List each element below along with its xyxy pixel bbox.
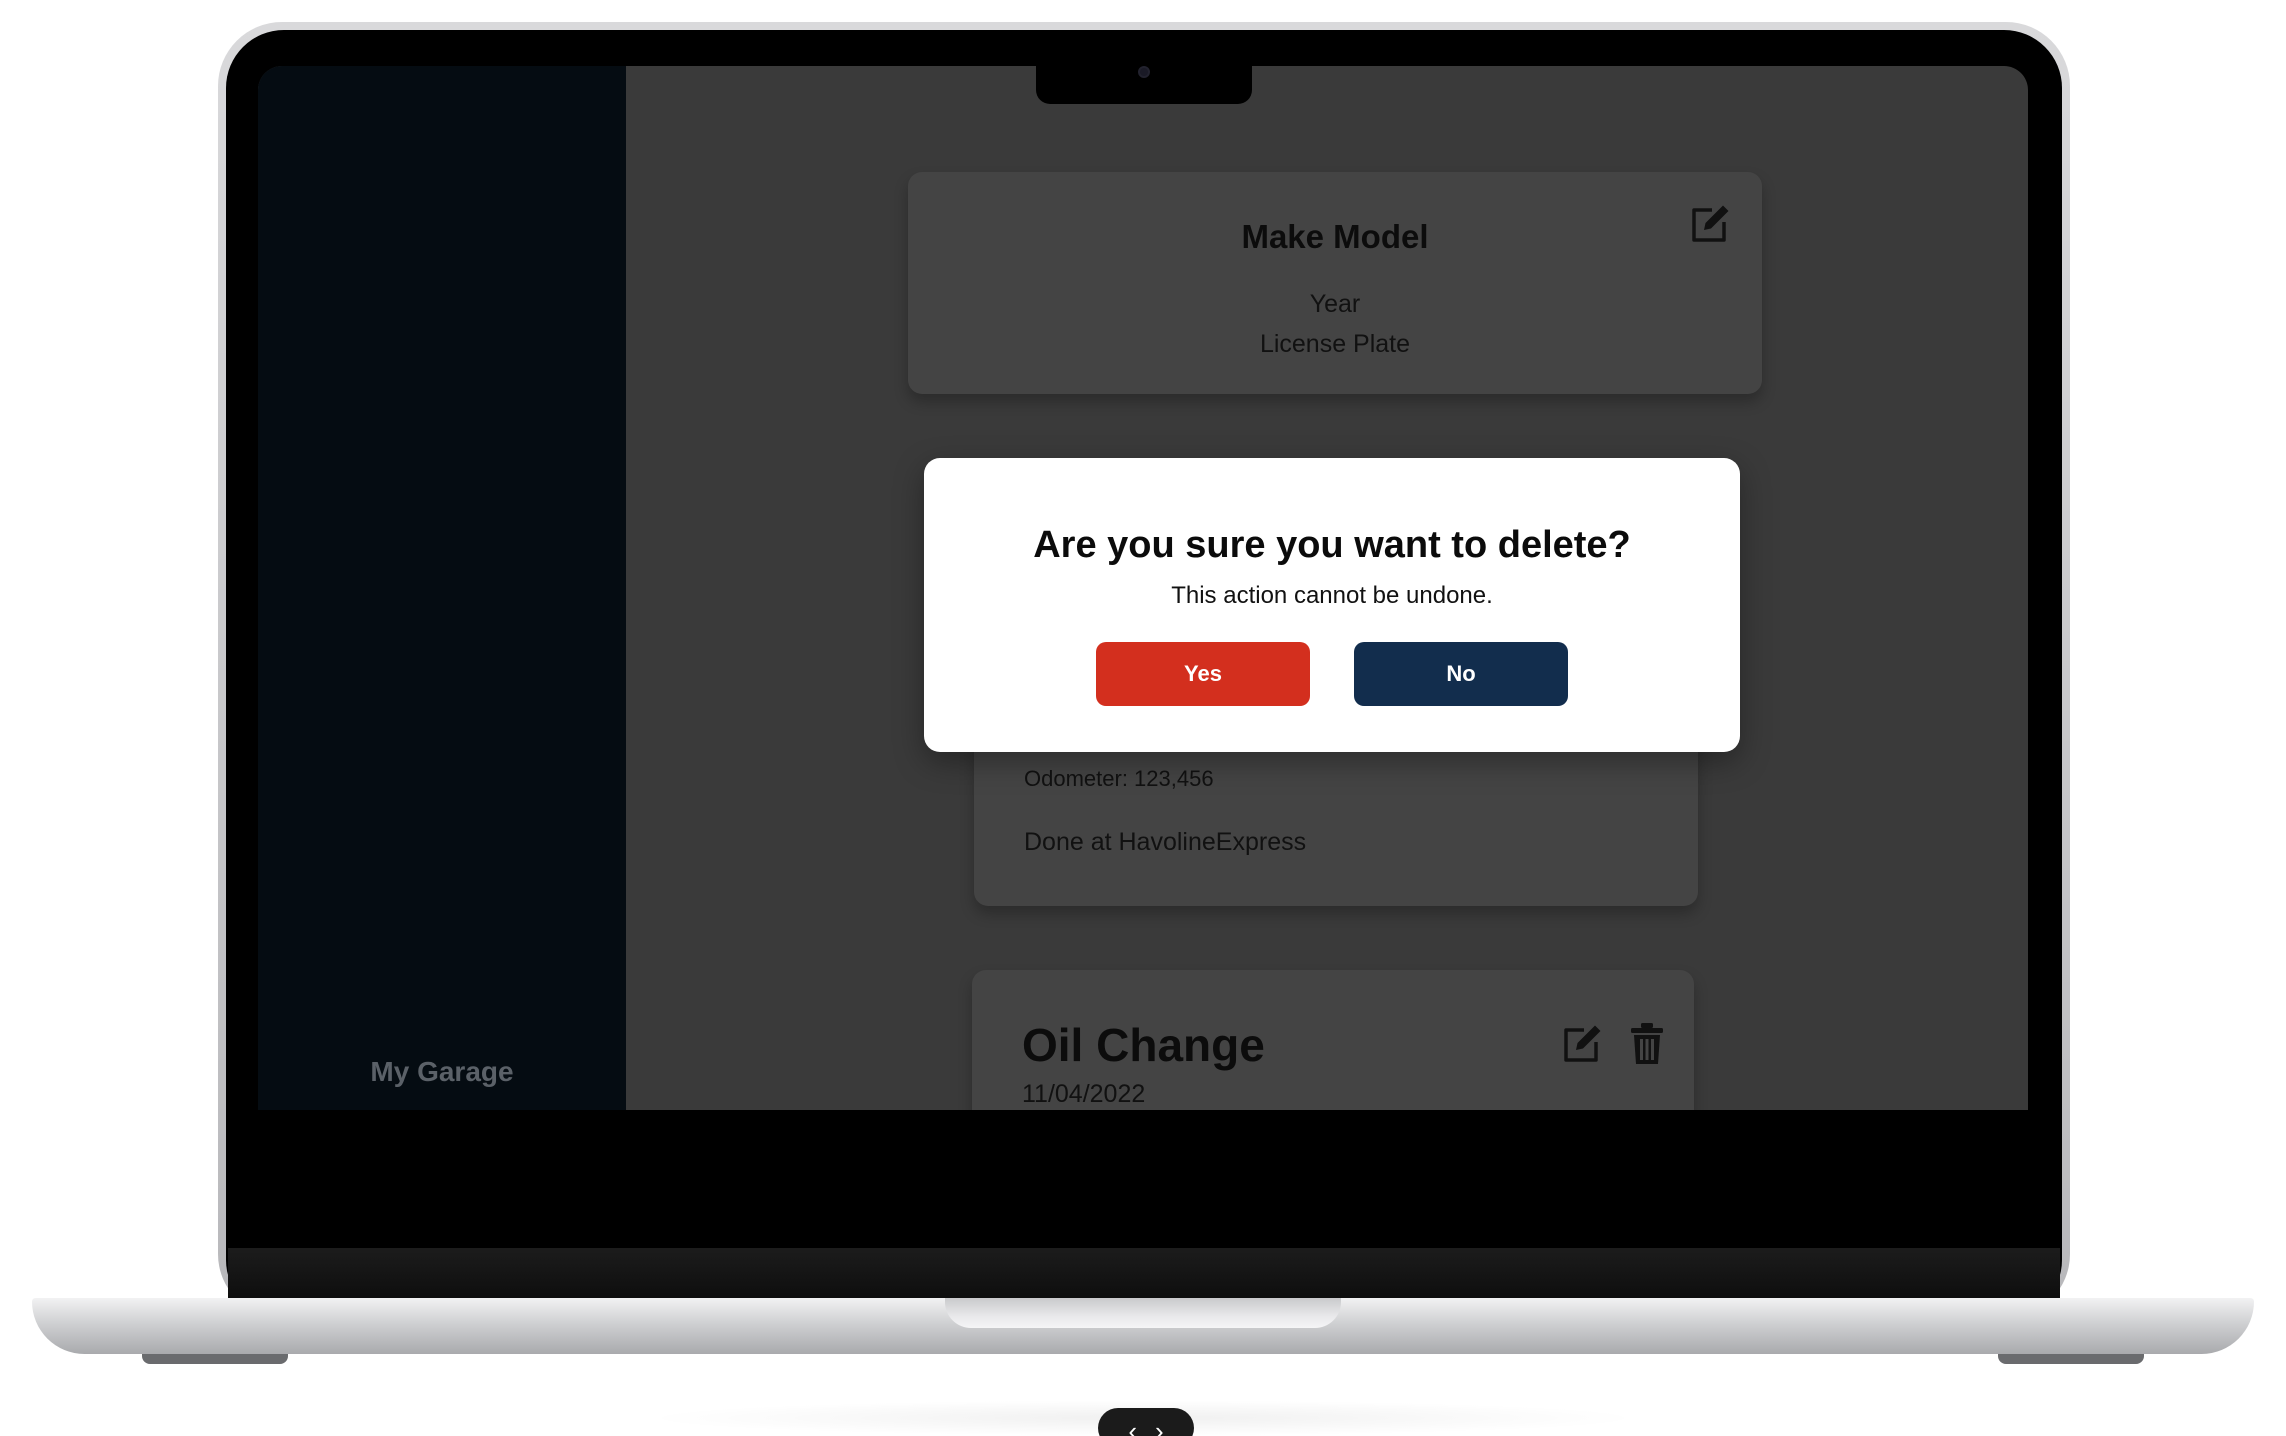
service-title: Oil Change <box>1022 1019 1265 1071</box>
oil-change-card: Oil Change 11/04/2022 <box>972 970 1694 1110</box>
edit-icon[interactable] <box>1688 202 1732 246</box>
sidebar: My Garage <box>258 66 626 1110</box>
service-date: 11/04/2022 <box>1022 1080 1146 1108</box>
sidebar-item-my-garage[interactable]: My Garage <box>258 1056 626 1088</box>
chevron-right-icon[interactable]: › <box>1155 1416 1164 1436</box>
laptop-foot <box>1998 1354 2144 1364</box>
camera-notch <box>1036 60 1252 104</box>
delete-confirm-dialog: Are you sure you want to delete? This ac… <box>924 458 1740 752</box>
service-location: Done at HavolineExpress <box>1024 828 1307 856</box>
laptop-chin <box>228 1248 2060 1302</box>
camera-icon <box>1138 66 1150 78</box>
edit-icon[interactable] <box>1560 1022 1604 1066</box>
trash-icon[interactable] <box>1630 1022 1664 1066</box>
car-card: Make Model Year License Plate <box>908 172 1762 394</box>
dialog-title: Are you sure you want to delete? <box>1033 524 1631 566</box>
car-title: Make Model <box>1241 218 1429 255</box>
confirm-yes-button[interactable]: Yes <box>1096 642 1310 706</box>
chevron-left-icon[interactable]: ‹ <box>1128 1416 1137 1436</box>
device-mockup: My Garage Make Model Year License Plate … <box>0 0 2286 1436</box>
laptop-foot <box>142 1354 288 1364</box>
confirm-no-button[interactable]: No <box>1354 642 1568 706</box>
app-screen: My Garage Make Model Year License Plate … <box>258 66 2028 1110</box>
car-license-plate: License Plate <box>1259 330 1411 358</box>
odometer-reading: Odometer: 123,456 <box>1024 766 1214 791</box>
laptop-opening-groove <box>945 1298 1341 1328</box>
dialog-message: This action cannot be undone. <box>1171 582 1493 609</box>
carousel-nav: ‹ › <box>1098 1408 1194 1436</box>
car-year: Year <box>1309 290 1361 318</box>
